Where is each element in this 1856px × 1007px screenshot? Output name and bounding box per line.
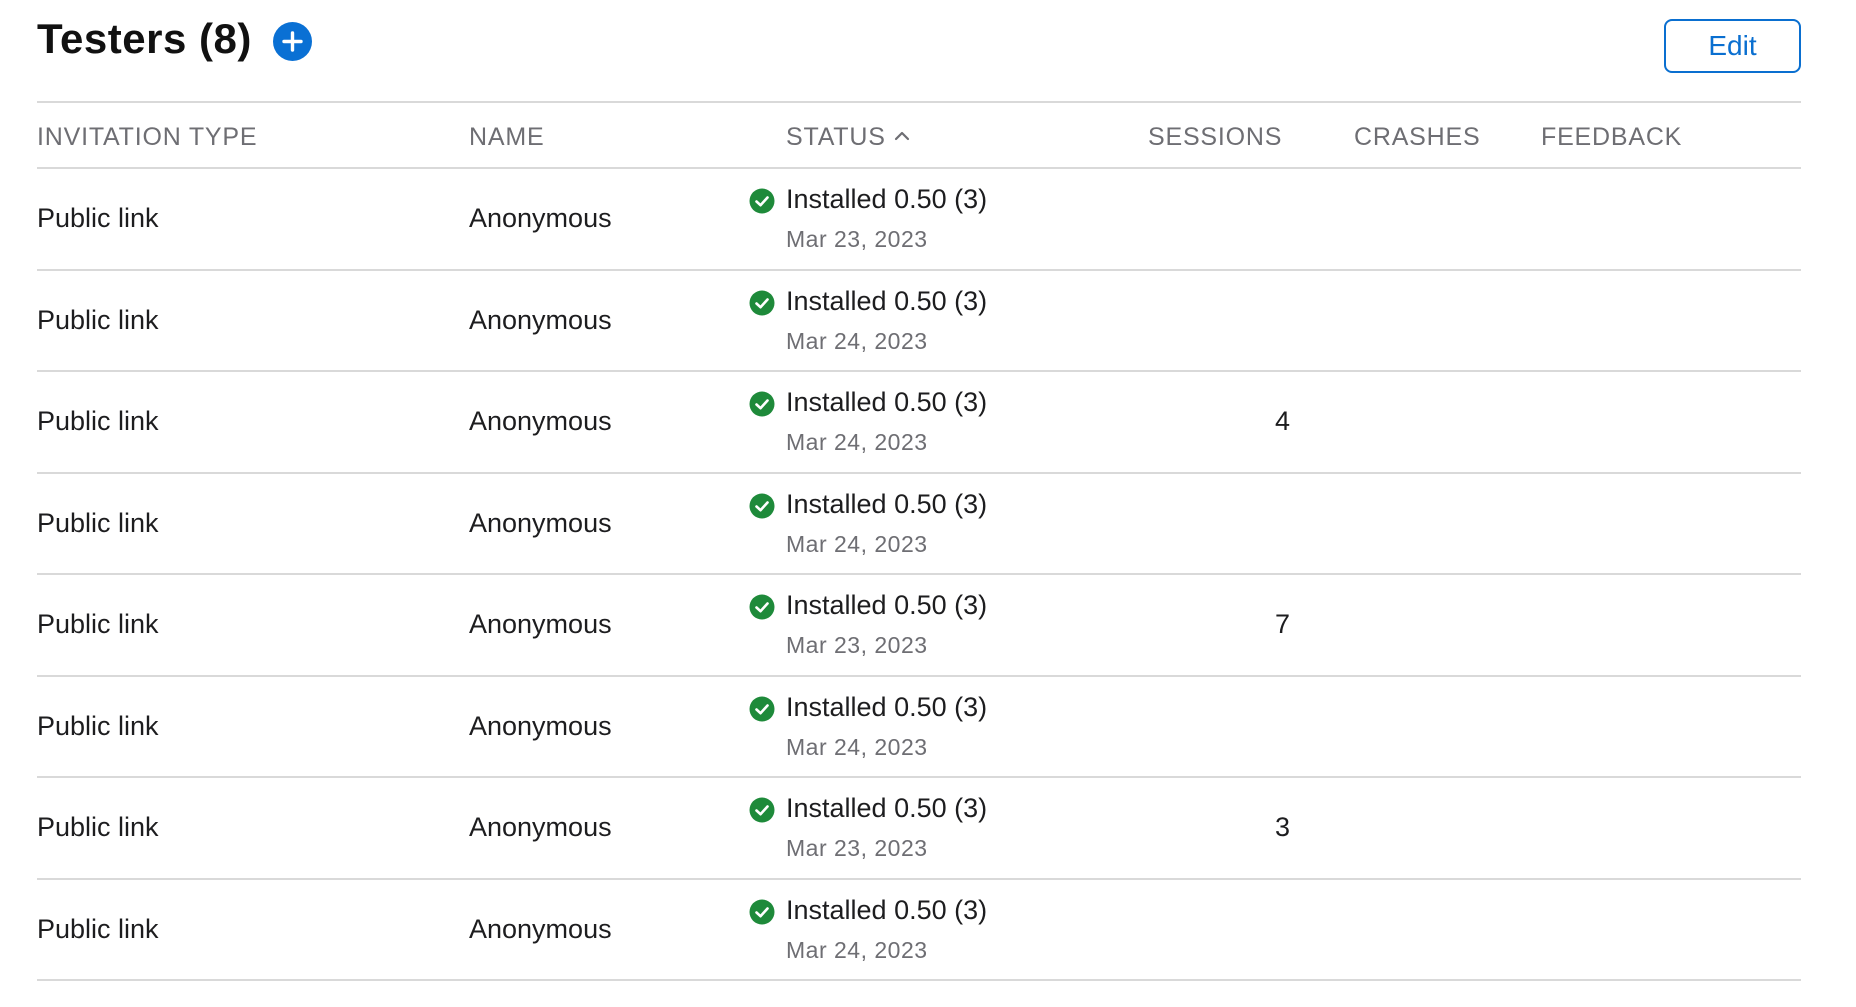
add-tester-button[interactable] (273, 22, 312, 61)
name-cell: Anonymous (469, 812, 612, 842)
invitation-type-cell: Public link (37, 507, 159, 538)
sessions-cell: 3 (1274, 812, 1290, 842)
name-cell: Anonymous (469, 203, 612, 233)
check-circle-icon (749, 594, 775, 620)
invitation-type-cell: Public link (37, 913, 159, 944)
table-row[interactable]: Public link Anonymous Installed 0.50 (3)… (37, 575, 1801, 677)
invitation-type-cell: Public link (37, 304, 159, 335)
column-header-crashes[interactable]: CRASHES (1354, 123, 1480, 152)
testers-table: INVITATION TYPE NAME STATUS SESSIONS CRA… (37, 101, 1801, 981)
check-circle-icon (749, 188, 775, 214)
invitation-type-cell: Public link (37, 812, 159, 842)
name-cell: Anonymous (469, 304, 612, 335)
check-circle-icon (749, 290, 775, 315)
status-date: Mar 24, 2023 (786, 327, 928, 354)
status-date: Mar 24, 2023 (786, 936, 928, 963)
invitation-type-cell: Public link (37, 406, 159, 436)
check-circle-icon (749, 391, 775, 417)
table-row[interactable]: Public link Anonymous Installed 0.50 (3)… (37, 677, 1801, 778)
status-date: Mar 24, 2023 (786, 530, 928, 557)
status-date: Mar 24, 2023 (786, 429, 928, 455)
name-cell: Anonymous (469, 507, 612, 538)
name-cell: Anonymous (469, 406, 612, 436)
name-cell: Anonymous (469, 609, 612, 639)
plus-circle-icon (282, 31, 303, 52)
column-header-sessions[interactable]: SESSIONS (1148, 123, 1282, 152)
table-row[interactable]: Public link Anonymous Installed 0.50 (3)… (37, 474, 1801, 575)
status-date: Mar 23, 2023 (786, 226, 928, 252)
edit-button[interactable]: Edit (1664, 19, 1801, 73)
status-date: Mar 23, 2023 (786, 632, 928, 658)
status-text: Installed 0.50 (3) (786, 793, 988, 823)
column-header-status[interactable]: STATUS (786, 123, 910, 152)
table-header-row: INVITATION TYPE NAME STATUS SESSIONS CRA… (37, 101, 1801, 169)
status-date: Mar 23, 2023 (786, 835, 928, 861)
status-text: Installed 0.50 (3) (786, 691, 988, 722)
table-row[interactable]: Public link Anonymous Installed 0.50 (3)… (37, 169, 1801, 271)
name-cell: Anonymous (469, 710, 612, 741)
name-cell: Anonymous (469, 913, 612, 944)
sessions-cell: 7 (1274, 609, 1290, 639)
table-row[interactable]: Public link Anonymous Installed 0.50 (3)… (37, 372, 1801, 474)
status-text: Installed 0.50 (3) (786, 894, 988, 925)
status-text: Installed 0.50 (3) (786, 590, 988, 620)
testers-header: Testers (8) Edit (37, 0, 1801, 101)
status-text: Installed 0.50 (3) (786, 184, 988, 214)
status-text: Installed 0.50 (3) (786, 488, 988, 519)
column-header-name[interactable]: NAME (469, 123, 544, 152)
page-title: Testers (8) (37, 15, 252, 62)
table-row[interactable]: Public link Anonymous Installed 0.50 (3)… (37, 778, 1801, 880)
invitation-type-cell: Public link (37, 203, 159, 233)
table-body: Public link Anonymous Installed 0.50 (3)… (37, 169, 1801, 981)
status-date: Mar 24, 2023 (786, 733, 928, 760)
table-row[interactable]: Public link Anonymous Installed 0.50 (3)… (37, 271, 1801, 372)
check-circle-icon (749, 696, 775, 721)
sessions-cell: 4 (1274, 406, 1290, 436)
status-text: Installed 0.50 (3) (786, 285, 988, 316)
table-row[interactable]: Public link Anonymous Installed 0.50 (3)… (37, 880, 1801, 981)
chevron-up-icon (894, 132, 909, 141)
check-circle-icon (749, 899, 775, 924)
status-text: Installed 0.50 (3) (786, 387, 988, 417)
column-header-status-label: STATUS (786, 123, 886, 151)
invitation-type-cell: Public link (37, 609, 159, 639)
check-circle-icon (749, 797, 775, 823)
invitation-type-cell: Public link (37, 710, 159, 741)
column-header-invitation-type[interactable]: INVITATION TYPE (37, 123, 257, 152)
column-header-feedback[interactable]: FEEDBACK (1541, 123, 1682, 152)
check-circle-icon (749, 493, 775, 518)
